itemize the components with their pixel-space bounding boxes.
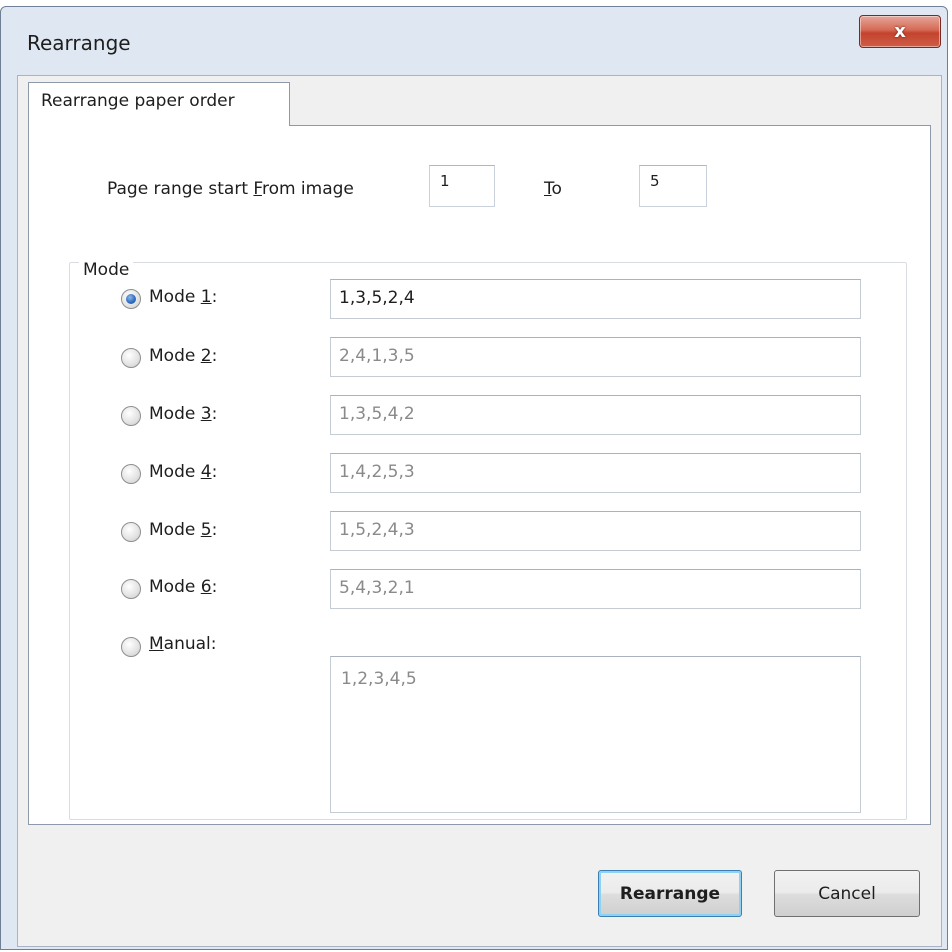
mode-1-label-text: Mode: [149, 287, 201, 307]
mode-1-label[interactable]: Mode 1:: [149, 287, 217, 307]
mode-6-label-text: Mode: [149, 577, 201, 597]
tab-page: Page range start From image 1 To 5 Mode …: [28, 125, 931, 825]
mode-2-colon: :: [211, 346, 218, 366]
mode-3-colon: :: [211, 404, 218, 424]
mode-3-mnemonic: 3: [200, 404, 212, 424]
page-range-start-mnemonic: F: [253, 179, 262, 199]
mode-4-radio[interactable]: [121, 464, 141, 484]
dialog-window: Rearrange x Rearrange paper order Page r…: [0, 6, 948, 950]
from-image-field[interactable]: 1: [429, 165, 495, 207]
mode-2-radio[interactable]: [121, 348, 141, 368]
mode-6-colon: :: [211, 577, 218, 597]
mode-2-sequence-field[interactable]: 2,4,1,3,5: [330, 337, 861, 377]
rearrange-button[interactable]: Rearrange: [598, 870, 742, 917]
mode-5-label-text: Mode: [149, 520, 201, 540]
mode-1-colon: :: [211, 287, 218, 307]
tab-rearrange-paper-order[interactable]: Rearrange paper order: [28, 82, 290, 126]
manual-mnemonic: M: [149, 634, 164, 654]
mode-4-sequence-field[interactable]: 1,4,2,5,3: [330, 453, 861, 493]
mode-3-sequence-field[interactable]: 1,3,5,4,2: [330, 395, 861, 435]
manual-radio[interactable]: [121, 637, 141, 657]
to-label-tail: o: [551, 179, 562, 199]
mode-2-mnemonic: 2: [200, 346, 212, 366]
manual-label-text: anual:: [163, 634, 217, 654]
mode-1-sequence-field[interactable]: 1,3,5,2,4: [330, 279, 861, 319]
page-range-start-label: Page range start From image: [107, 179, 354, 199]
mode-5-label[interactable]: Mode 5:: [149, 520, 217, 540]
to-image-field[interactable]: 5: [639, 165, 707, 207]
mode-group-legend: Mode: [79, 260, 134, 280]
manual-sequence-textarea[interactable]: 1,2,3,4,5: [330, 656, 861, 813]
mode-2-label[interactable]: Mode 2:: [149, 346, 217, 366]
mode-4-colon: :: [211, 462, 218, 482]
mode-3-label[interactable]: Mode 3:: [149, 404, 217, 424]
mode-5-colon: :: [211, 520, 218, 540]
mode-6-label[interactable]: Mode 6:: [149, 577, 217, 597]
mode-5-mnemonic: 5: [200, 520, 212, 540]
mode-3-label-text: Mode: [149, 404, 201, 424]
mode-4-label-text: Mode: [149, 462, 201, 482]
mode-6-radio[interactable]: [121, 579, 141, 599]
close-button[interactable]: x: [859, 15, 941, 48]
to-label-mnemonic: T: [544, 179, 552, 199]
mode-6-mnemonic: 6: [200, 577, 212, 597]
mode-5-sequence-field[interactable]: 1,5,2,4,3: [330, 511, 861, 551]
cancel-button[interactable]: Cancel: [774, 870, 920, 917]
mode-3-radio[interactable]: [121, 406, 141, 426]
mode-1-mnemonic: 1: [200, 287, 212, 307]
mode-1-radio[interactable]: [121, 289, 141, 309]
page-range-start-label-tail: rom image: [261, 179, 354, 199]
close-icon: x: [894, 21, 906, 42]
mode-6-sequence-field[interactable]: 5,4,3,2,1: [330, 569, 861, 609]
mode-2-label-text: Mode: [149, 346, 201, 366]
dialog-client-area: Rearrange paper order Page range start F…: [17, 75, 942, 947]
window-title: Rearrange: [27, 31, 131, 55]
manual-label[interactable]: Manual:: [149, 634, 217, 654]
mode-4-mnemonic: 4: [200, 462, 212, 482]
page-range-start-label-text: Page range start: [107, 179, 254, 199]
mode-4-label[interactable]: Mode 4:: [149, 462, 217, 482]
to-label: To: [544, 179, 562, 199]
mode-5-radio[interactable]: [121, 522, 141, 542]
